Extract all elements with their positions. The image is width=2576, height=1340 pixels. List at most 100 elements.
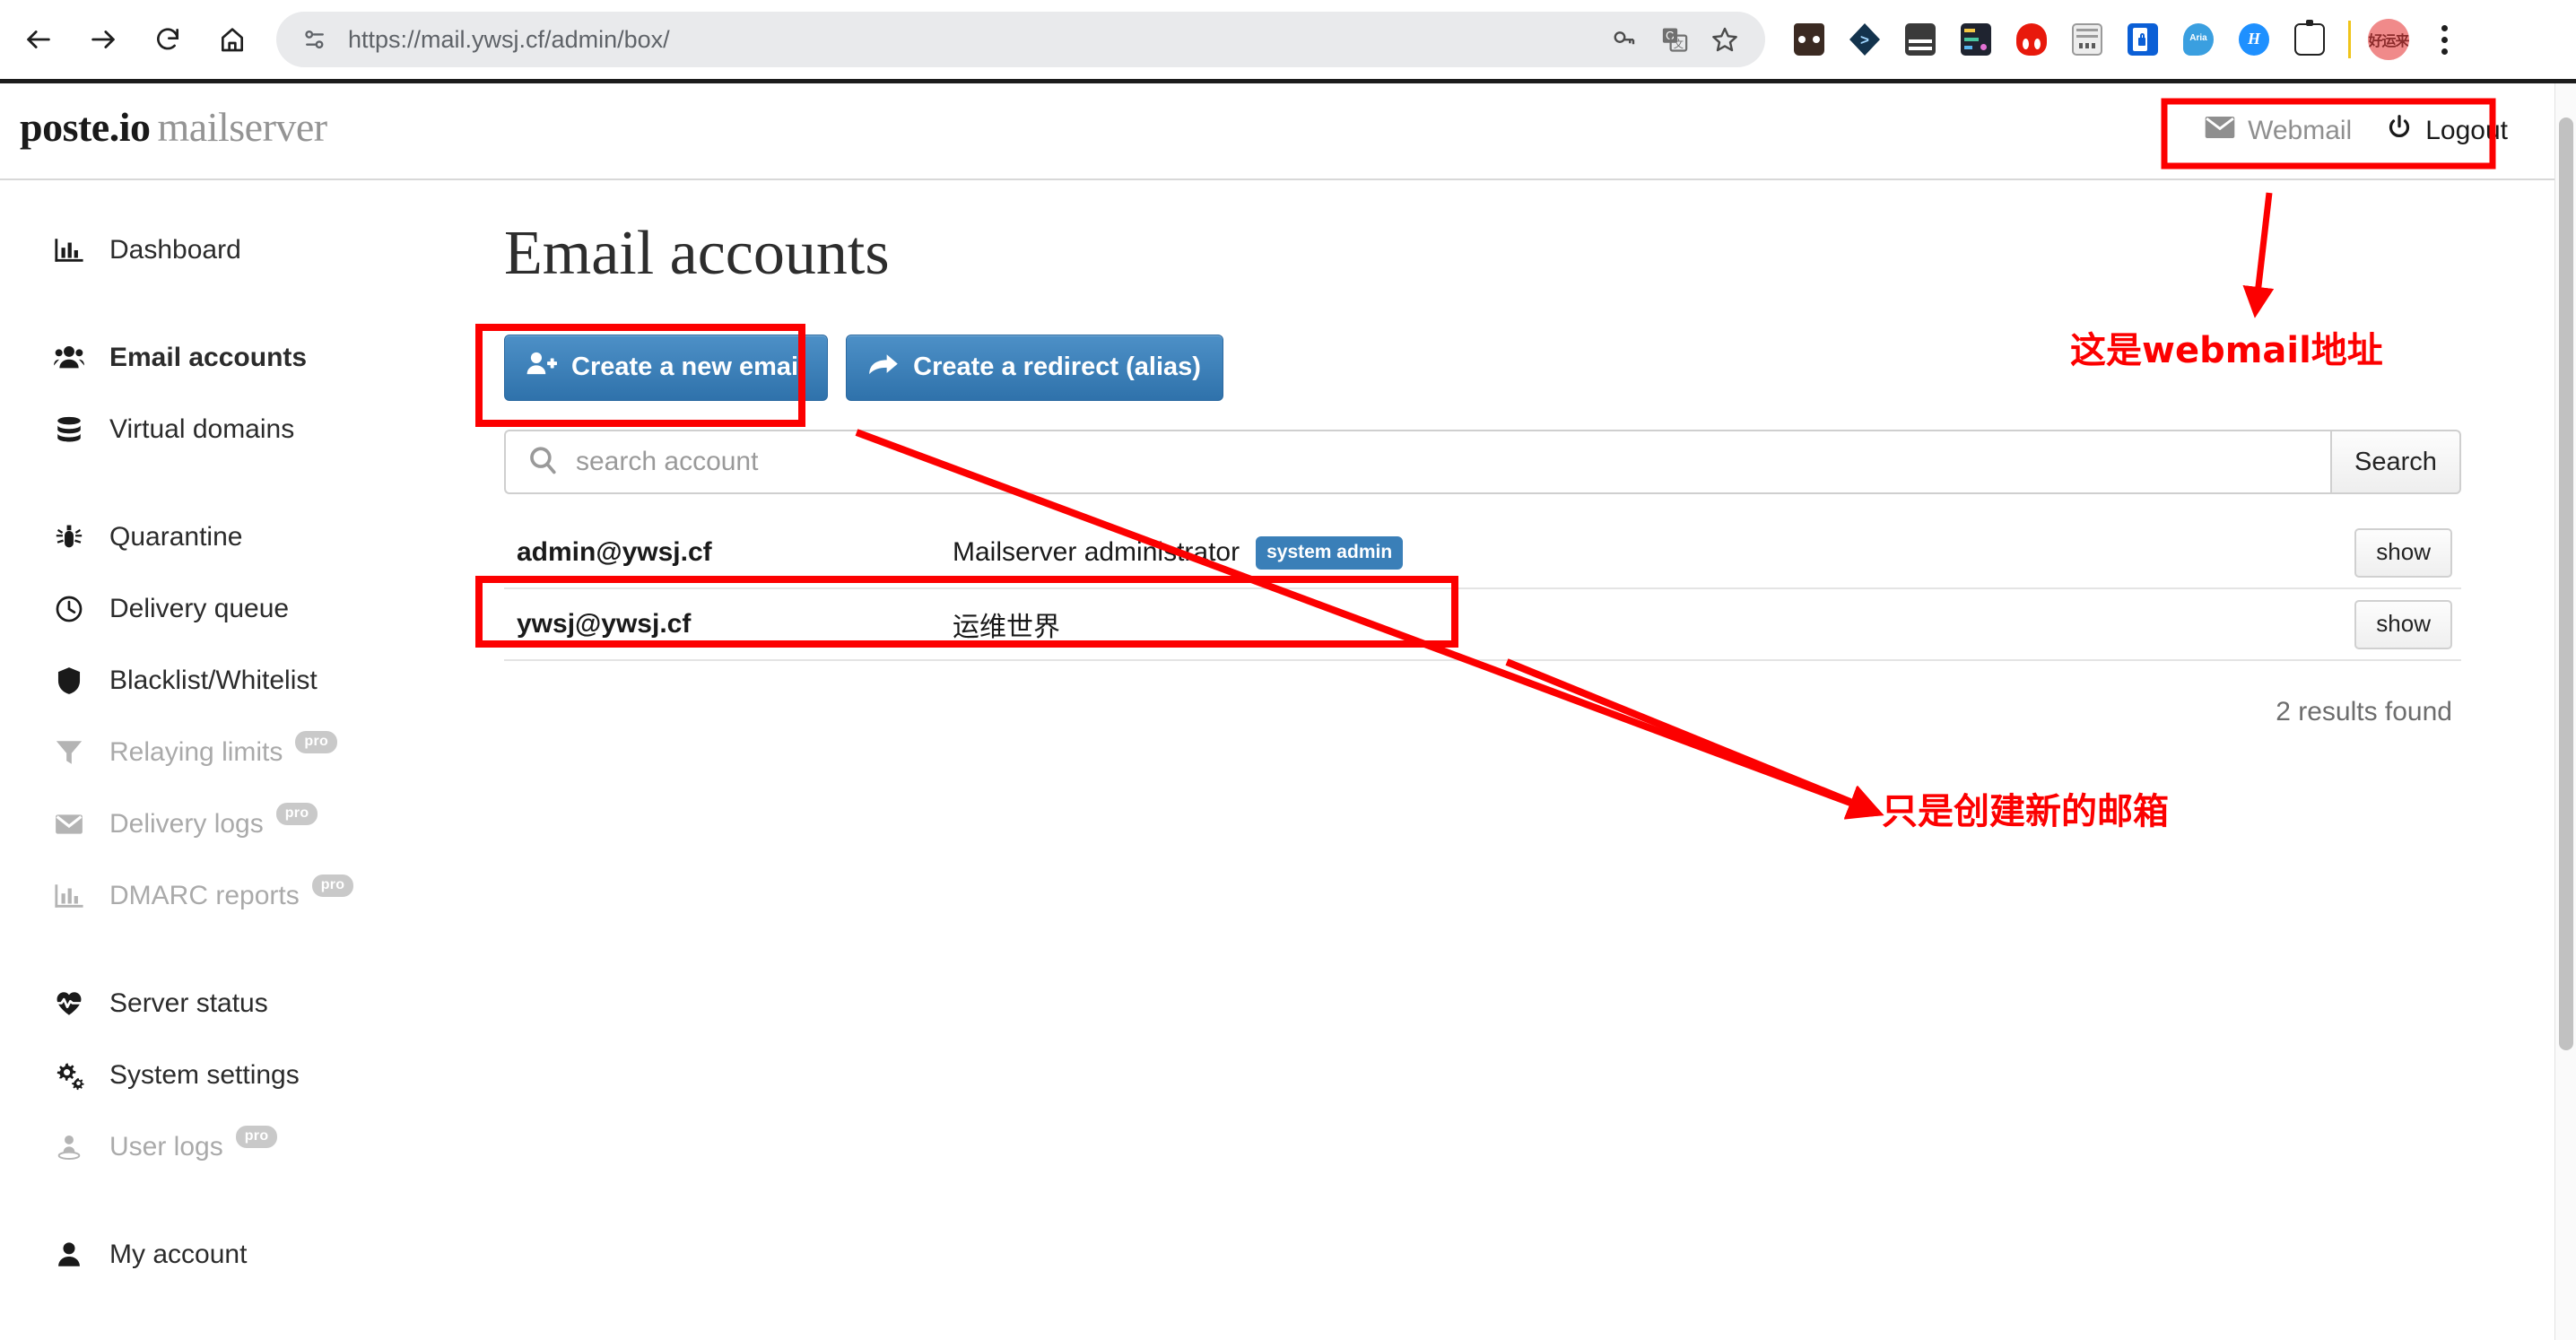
site-settings-icon[interactable] — [296, 21, 334, 58]
sidebar-navigation: Dashboard Email accounts Virtual domains Qu… — [0, 180, 493, 1340]
share-arrow-icon — [868, 351, 899, 383]
user-plus-icon — [527, 351, 557, 383]
account-display-name: 运维世界 — [953, 613, 1060, 642]
user-icon — [54, 1240, 95, 1270]
sidebar-item-quarantine[interactable]: Quarantine — [0, 501, 493, 573]
scrollbar-thumb[interactable] — [2559, 117, 2573, 1050]
heartbeat-icon — [54, 988, 95, 1019]
create-redirect-label: Create a redirect (alias) — [913, 352, 1201, 381]
sidebar-item-blacklist-whitelist[interactable]: Blacklist/Whitelist — [0, 645, 493, 717]
sidebar-item-delivery-queue[interactable]: Delivery queue — [0, 573, 493, 645]
web-page: poste.io mailserver Webmail Logout Dashbo… — [0, 83, 2554, 1340]
search-icon — [527, 445, 558, 480]
svg-text:文: 文 — [1674, 38, 1684, 50]
bug-icon — [54, 522, 95, 553]
vertical-scrollbar[interactable] — [2554, 83, 2576, 1340]
sidebar-group-separator — [0, 286, 493, 322]
extension-moon-reader-icon[interactable] — [2004, 13, 2059, 65]
extension-notion-icon[interactable] — [1948, 13, 2004, 65]
extension-aria2-icon[interactable]: Aria — [2171, 13, 2226, 65]
chart-bar-icon — [54, 235, 95, 265]
sidebar-item-system-settings[interactable]: System settings — [0, 1040, 493, 1111]
bookmark-star-icon[interactable] — [1704, 19, 1745, 60]
database-icon — [54, 414, 95, 445]
webmail-link[interactable]: Webmail — [2205, 116, 2352, 146]
search-placeholder: search account — [576, 447, 759, 476]
header-actions: Webmail Logout — [2205, 83, 2508, 178]
search-input[interactable]: search account — [504, 430, 2330, 494]
sidebar-item-dmarc-reports[interactable]: DMARC reports pro — [0, 860, 493, 932]
extension-keyboard-icon[interactable] — [1893, 13, 1948, 65]
brand-subtitle: mailserver — [157, 104, 328, 150]
sidebar-item-label: Virtual domains — [109, 414, 295, 444]
sidebar-item-email-accounts[interactable]: Email accounts — [0, 322, 493, 394]
extension-toolbar: > Aria H — [1781, 13, 2337, 65]
create-new-email-label: Create a new email — [571, 352, 806, 381]
reload-icon[interactable] — [142, 13, 194, 65]
account-display-name-cell: Mailserver administrator system admin — [953, 535, 1404, 570]
gears-icon — [54, 1060, 95, 1091]
sidebar-item-label: Quarantine — [109, 522, 243, 552]
clock-icon — [54, 594, 95, 624]
account-email: ywsj@ywsj.cf — [517, 609, 692, 639]
sidebar-item-label: Dashboard — [109, 235, 241, 265]
status-badge: system admin — [1256, 535, 1404, 570]
pro-badge: pro — [235, 1125, 278, 1148]
extension-dark-reader-icon[interactable]: > — [1837, 13, 1893, 65]
sidebar-item-label: DMARC reports — [109, 881, 300, 910]
shield-icon — [54, 666, 95, 696]
account-email: admin@ywsj.cf — [517, 537, 712, 567]
account-list: admin@ywsj.cf Mailserver administrator sys… — [504, 518, 2461, 661]
forward-arrow-icon[interactable] — [77, 13, 129, 65]
translate-icon[interactable]: G文 — [1654, 19, 1695, 60]
sidebar-item-virtual-domains[interactable]: Virtual domains — [0, 394, 493, 466]
user-circle-icon — [54, 1132, 95, 1162]
extension-grammarly-icon[interactable]: H — [2226, 13, 2282, 65]
browser-toolbar: https://mail.ywsj.cf/admin/box/ G文 > Ari… — [0, 0, 2576, 79]
back-arrow-icon[interactable] — [13, 13, 65, 65]
sidebar-item-my-account[interactable]: My account — [0, 1219, 493, 1291]
sidebar-item-label: Server status — [109, 988, 268, 1018]
results-count: 2 results found — [2276, 697, 2452, 727]
avatar: 好运来 — [2368, 19, 2409, 60]
sidebar-item-server-status[interactable]: Server status — [0, 968, 493, 1040]
show-account-button[interactable]: show — [2354, 599, 2452, 649]
pro-badge: pro — [275, 802, 318, 825]
annotation-webmail-text: 这是webmail地址 — [2070, 330, 2383, 371]
profile-avatar-button[interactable]: 好运来 — [2362, 13, 2415, 66]
extension-lastpass-icon[interactable] — [2115, 13, 2171, 65]
webmail-label: Webmail — [2248, 116, 2353, 145]
search-row: search account Search — [504, 430, 2461, 494]
annotation-create-email-text: 只是创建新的邮箱 — [1882, 791, 2169, 832]
chrome-menu-icon[interactable] — [2419, 14, 2469, 65]
sidebar-item-user-logs[interactable]: User logs pro — [0, 1111, 493, 1183]
account-row[interactable]: ywsj@ywsj.cf 运维世界 show — [504, 589, 2461, 661]
toolbar-divider — [2348, 21, 2351, 58]
pro-badge: pro — [311, 874, 354, 897]
extension-screen-ruler-icon[interactable] — [2059, 13, 2115, 65]
sidebar-item-dashboard[interactable]: Dashboard — [0, 214, 493, 286]
url-omnibox[interactable]: https://mail.ywsj.cf/admin/box/ G文 — [276, 12, 1765, 67]
account-row[interactable]: admin@ywsj.cf Mailserver administrator sys… — [504, 518, 2461, 589]
account-display-name-cell: 运维世界 — [953, 605, 1060, 644]
passkey-icon[interactable] — [1604, 19, 1645, 60]
power-icon — [2386, 114, 2413, 148]
show-account-button[interactable]: show — [2354, 527, 2452, 578]
sidebar-item-label: My account — [109, 1240, 248, 1269]
sidebar-item-label: Delivery logs — [109, 809, 264, 839]
extension-bitwarden-icon[interactable] — [1781, 13, 1837, 65]
extension-bottle-icon[interactable] — [2282, 13, 2337, 65]
chart-bar-icon — [54, 881, 95, 911]
account-display-name: Mailserver administrator — [953, 537, 1240, 567]
search-button[interactable]: Search — [2330, 430, 2461, 494]
sidebar-item-relaying-limits[interactable]: Relaying limits pro — [0, 717, 493, 788]
home-icon[interactable] — [206, 13, 258, 65]
create-redirect-button[interactable]: Create a redirect (alias) — [846, 335, 1223, 401]
create-new-email-button[interactable]: Create a new email — [504, 335, 829, 401]
sidebar-group-separator — [0, 466, 493, 501]
logout-link[interactable]: Logout — [2386, 114, 2508, 148]
brand-logo[interactable]: poste.io mailserver — [20, 103, 327, 151]
sidebar-item-delivery-logs[interactable]: Delivery logs pro — [0, 788, 493, 860]
sidebar-item-label: Relaying limits — [109, 737, 283, 767]
filter-icon — [54, 737, 95, 768]
